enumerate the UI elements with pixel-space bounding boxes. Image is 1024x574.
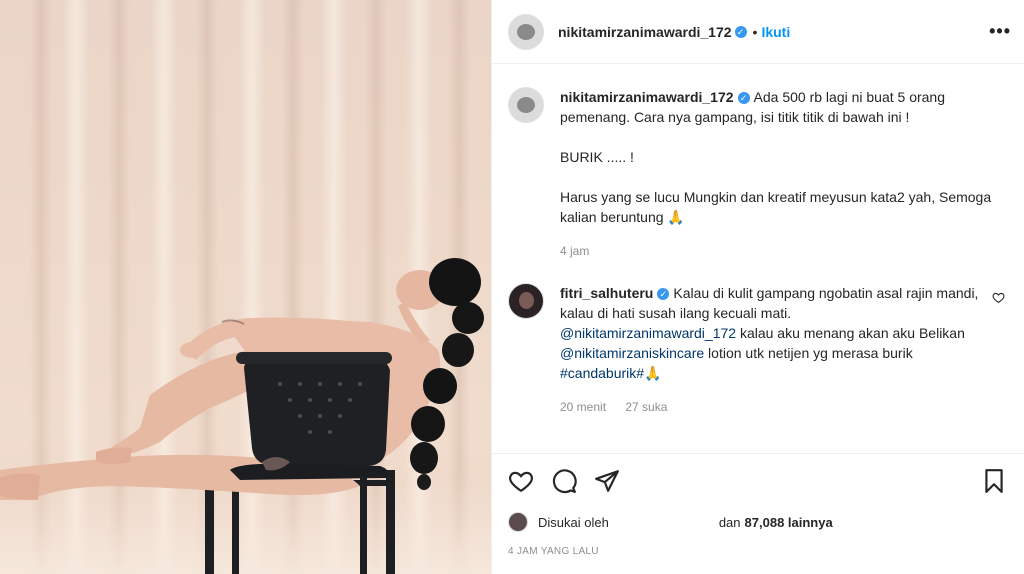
caption-author-avatar[interactable] [508,87,544,123]
comment-text-part: lotion utk netijen yg merasa burik [704,345,913,361]
chair-seat [230,463,388,480]
hashtag-link[interactable]: #candaburik#🙏 [560,365,662,381]
comment-icon[interactable] [551,468,577,494]
photo-scene [0,258,484,574]
likes-prefix: Disukai oleh [538,514,609,530]
comment-meta: 20 menit 27 suka [560,397,980,417]
caption-content: Ada 500 rb lagi ni buat 5 orang pemenang… [560,89,992,225]
author-avatar[interactable] [508,13,544,50]
comment-text-part: kalau aku menang akan aku Belikan [736,325,969,341]
comment-body: fitri_salhuteru ✓ Kalau di kulit gampang n… [560,283,980,417]
instagram-post: nikitamirzanimawardi_172 ✓ • Ikuti ••• n… [0,0,1024,574]
liker-avatar [508,512,528,532]
liker-username-redacted[interactable] [609,517,719,527]
caption-time[interactable]: 4 jam [560,244,589,258]
comment-entry: fitri_salhuteru ✓ Kalau di kulit gampang n… [508,283,1009,417]
commenter-username[interactable]: fitri_salhuteru [560,285,653,301]
comment-like-count[interactable]: 27 suka [625,400,667,414]
more-options-icon[interactable]: ••• [989,22,1011,40]
caption-meta: 4 jam [560,241,1000,261]
likes-middle: dan [718,514,741,530]
bookmark-icon[interactable] [981,468,1007,494]
comment-time[interactable]: 20 menit [560,400,606,414]
share-icon[interactable] [594,468,620,494]
post-photo[interactable] [0,0,491,574]
verified-badge-icon: ✓ [657,288,670,300]
caption-text: nikitamirzanimawardi_172 ✓ Ada 500 rb lagi… [560,87,1000,227]
likes-summary[interactable]: Disukai oleh dan 87,088 lainnya [508,512,833,532]
caption-username[interactable]: nikitamirzanimawardi_172 [560,89,734,105]
comment-text: fitri_salhuteru ✓ Kalau di kulit gampang n… [560,283,980,383]
commenter-avatar[interactable] [508,283,544,319]
heart-icon[interactable] [508,468,534,494]
caption-entry: nikitamirzanimawardi_172 ✓ Ada 500 rb lagi… [508,87,1009,261]
comment-heart-icon[interactable] [992,291,1005,304]
likes-count[interactable]: 87,088 lainnya [745,515,833,530]
chair-back [236,352,392,466]
comments-list[interactable]: nikitamirzanimawardi_172 ✓ Ada 500 rb lagi… [492,65,1024,453]
verified-badge-icon: ✓ [734,25,747,38]
verified-badge-icon: ✓ [737,92,750,104]
post-header: nikitamirzanimawardi_172 ✓ • Ikuti ••• [492,0,1024,64]
mention-link[interactable]: @nikitamirzanimawardi_172 [560,325,736,341]
mention-link[interactable]: @nikitamirzaniskincare [560,345,704,361]
post-timestamp[interactable]: 4 JAM YANG LALU [508,546,599,557]
author-username[interactable]: nikitamirzanimawardi_172 [558,24,732,40]
post-side-panel: nikitamirzanimawardi_172 ✓ • Ikuti ••• n… [491,0,1024,574]
caption-body: nikitamirzanimawardi_172 ✓ Ada 500 rb lagi… [560,87,1000,261]
header-separator: • [752,23,758,40]
action-bar [492,453,1024,509]
follow-button[interactable]: Ikuti [761,24,790,40]
